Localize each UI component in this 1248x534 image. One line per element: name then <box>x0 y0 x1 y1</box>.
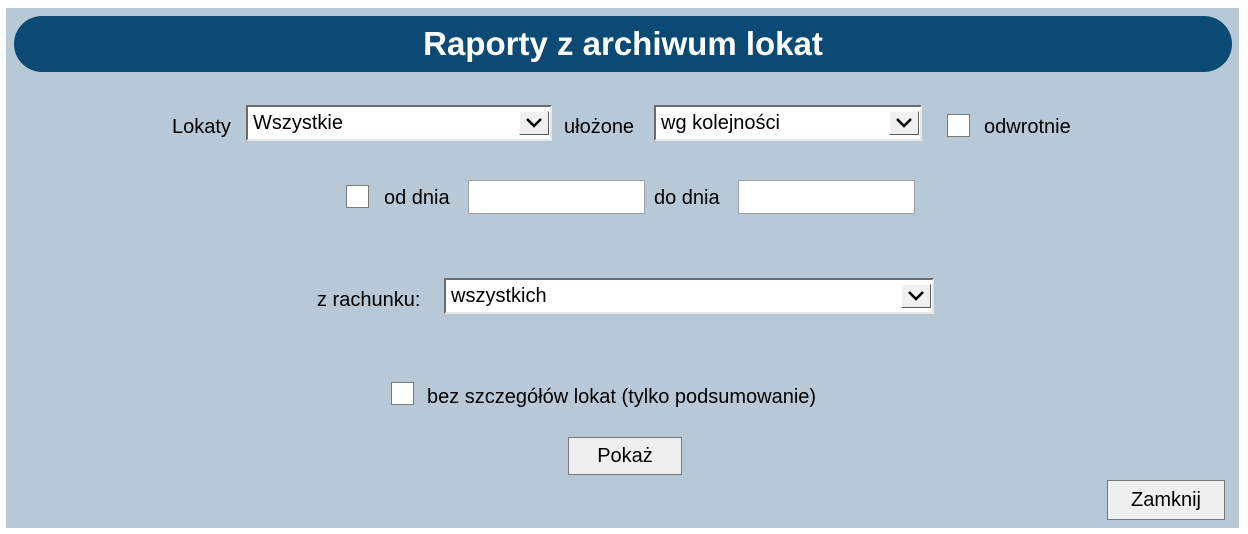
od-dnia-input[interactable] <box>468 180 645 214</box>
page-title: Raporty z archiwum lokat <box>14 16 1232 72</box>
summary-only-label: bez szczegółów lokat (tylko podsumowanie… <box>427 386 817 408</box>
rachunek-select[interactable]: wszystkich <box>444 278 934 314</box>
lokaty-select[interactable]: Wszystkie <box>246 105 552 141</box>
lokaty-label: Lokaty <box>172 116 231 138</box>
sort-order-select[interactable]: wg kolejności <box>654 105 922 141</box>
rachunek-label: z rachunku: <box>317 289 421 311</box>
odwrotnie-label: odwrotnie <box>984 116 1071 138</box>
sort-order-select-value: wg kolejności <box>661 111 780 134</box>
chevron-down-icon[interactable] <box>519 111 549 135</box>
summary-only-checkbox[interactable] <box>391 382 414 405</box>
do-dnia-input[interactable] <box>738 180 915 214</box>
date-range-checkbox[interactable] <box>346 185 369 208</box>
show-button[interactable]: Pokaż <box>568 437 682 475</box>
od-dnia-label: od dnia <box>384 187 450 209</box>
do-dnia-label: do dnia <box>654 187 720 209</box>
odwrotnie-checkbox[interactable] <box>947 114 970 137</box>
lokaty-select-value: Wszystkie <box>253 111 343 134</box>
chevron-down-icon[interactable] <box>901 284 931 308</box>
chevron-down-icon[interactable] <box>889 111 919 135</box>
ulozone-label: ułożone <box>564 116 635 138</box>
report-panel: Raporty z archiwum lokat Lokaty Wszystki… <box>6 8 1239 528</box>
page-title-text: Raporty z archiwum lokat <box>423 25 823 62</box>
close-button[interactable]: Zamknij <box>1107 480 1225 520</box>
rachunek-select-value: wszystkich <box>451 284 547 307</box>
